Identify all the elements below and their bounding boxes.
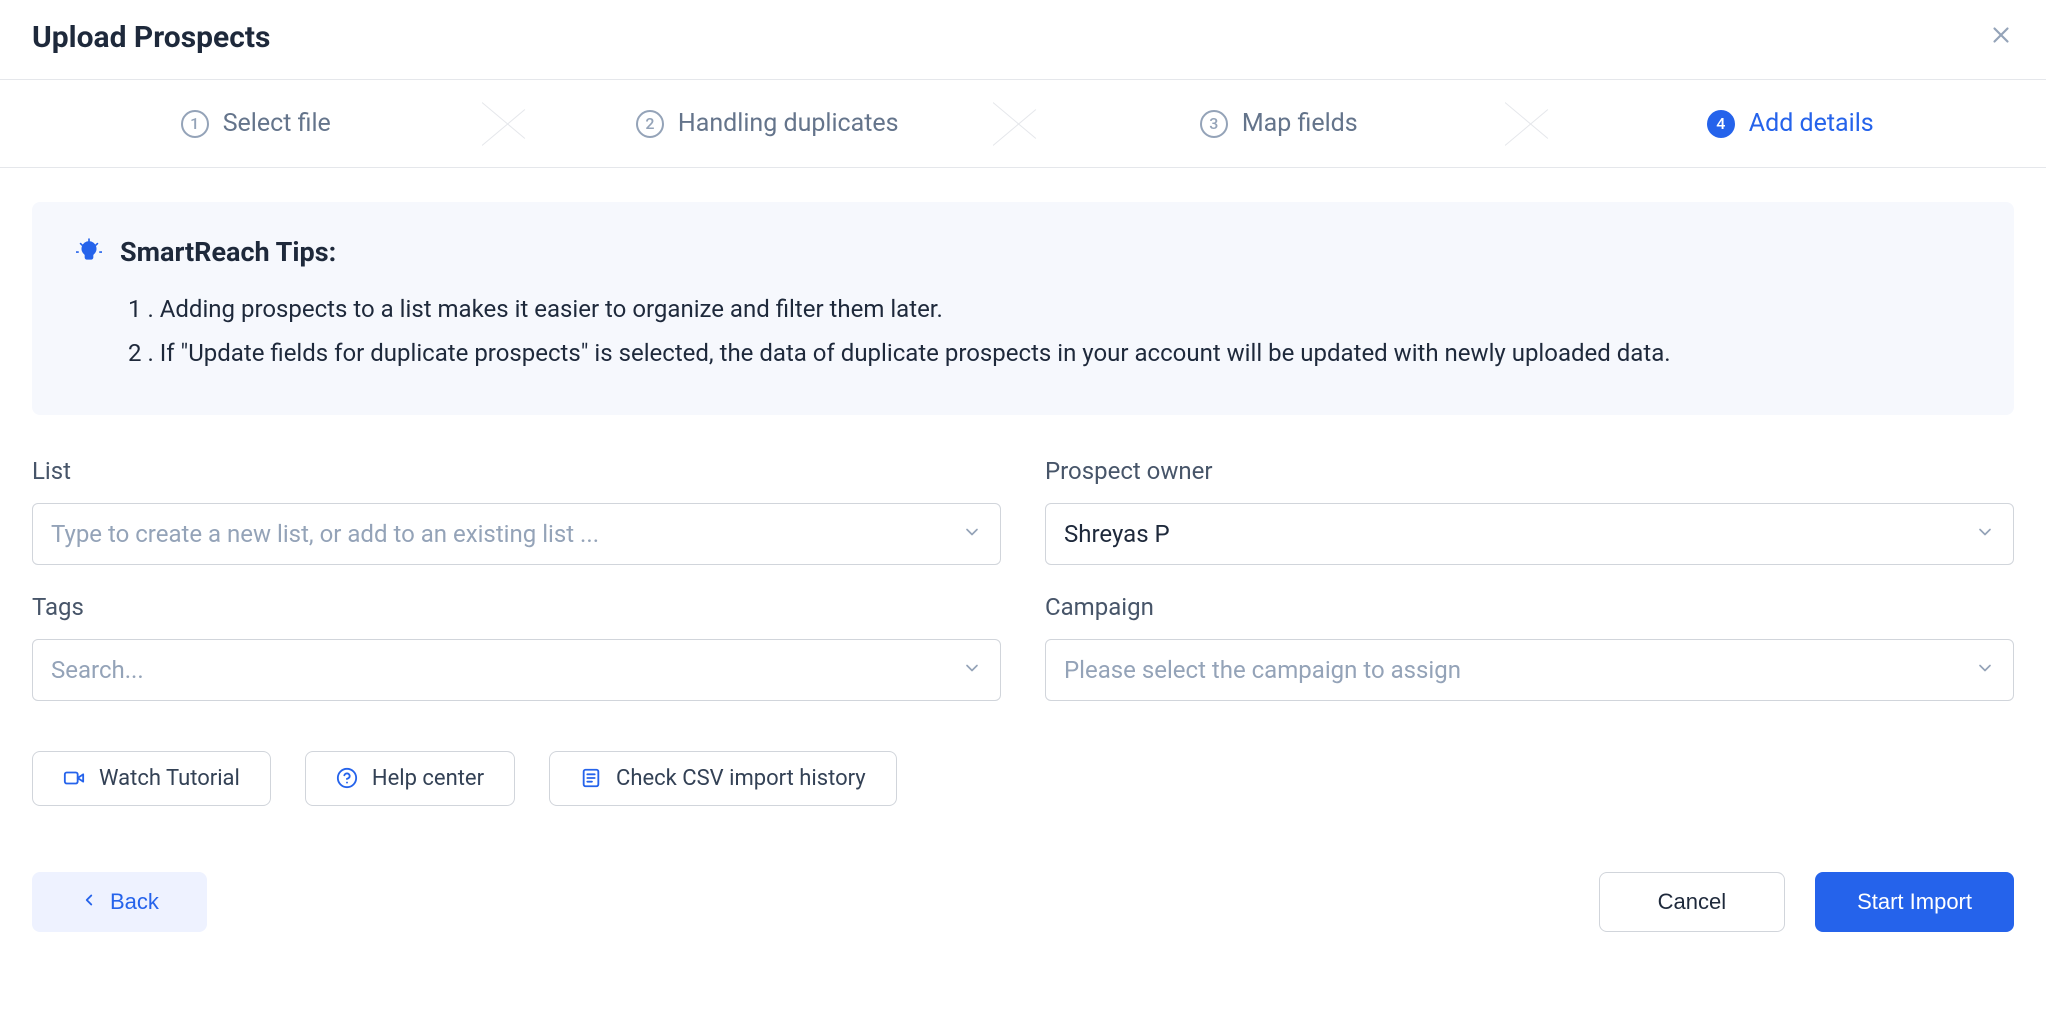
campaign-label: Campaign	[1045, 593, 2014, 621]
tips-box: SmartReach Tips: 1 . Adding prospects to…	[32, 202, 2014, 415]
campaign-select[interactable]: Please select the campaign to assign	[1045, 639, 2014, 701]
start-import-label: Start Import	[1857, 889, 1972, 914]
modal-footer: Back Cancel Start Import	[0, 872, 2046, 960]
list-icon	[580, 767, 602, 789]
step-number: 4	[1707, 110, 1735, 138]
close-icon	[1988, 22, 2014, 48]
back-label: Back	[110, 889, 159, 915]
watch-tutorial-button[interactable]: Watch Tutorial	[32, 751, 271, 806]
form-grid: List Type to create a new list, or add t…	[32, 457, 2014, 701]
help-center-button[interactable]: Help center	[305, 751, 515, 806]
start-import-button[interactable]: Start Import	[1815, 872, 2014, 932]
chevron-down-icon	[962, 658, 982, 682]
cancel-button[interactable]: Cancel	[1599, 872, 1785, 932]
tags-placeholder: Search...	[51, 656, 144, 684]
tips-header: SmartReach Tips:	[76, 236, 1970, 268]
lightbulb-icon	[76, 239, 102, 265]
cancel-label: Cancel	[1658, 889, 1726, 914]
help-center-label: Help center	[372, 766, 484, 791]
close-button[interactable]	[1988, 22, 2014, 53]
chevron-down-icon	[1975, 522, 1995, 546]
help-icon	[336, 767, 358, 789]
campaign-field: Campaign Please select the campaign to a…	[1045, 593, 2014, 701]
owner-field: Prospect owner Shreyas P	[1045, 457, 2014, 565]
campaign-placeholder: Please select the campaign to assign	[1064, 656, 1461, 684]
tips-list: 1 . Adding prospects to a list makes it …	[76, 290, 1970, 373]
tags-label: Tags	[32, 593, 1001, 621]
step-label: Handling duplicates	[678, 109, 899, 138]
footer-right: Cancel Start Import	[1599, 872, 2014, 932]
list-select[interactable]: Type to create a new list, or add to an …	[32, 503, 1001, 565]
list-label: List	[32, 457, 1001, 485]
list-field: List Type to create a new list, or add t…	[32, 457, 1001, 565]
modal-title: Upload Prospects	[32, 20, 270, 55]
upload-prospects-modal: Upload Prospects 1 Select file 2 Handlin…	[0, 0, 2046, 960]
csv-history-button[interactable]: Check CSV import history	[549, 751, 897, 806]
step-label: Add details	[1749, 109, 1874, 138]
step-label: Select file	[223, 109, 331, 138]
helper-row: Watch Tutorial Help center Check CSV imp…	[32, 751, 2014, 806]
tip-item: 1 . Adding prospects to a list makes it …	[128, 290, 1970, 328]
csv-history-label: Check CSV import history	[616, 766, 866, 791]
tip-item: 2 . If "Update fields for duplicate pros…	[128, 334, 1970, 372]
tips-heading: SmartReach Tips:	[120, 236, 336, 268]
step-map-fields[interactable]: 3 Map fields	[1023, 80, 1535, 167]
step-number: 2	[636, 110, 664, 138]
step-number: 1	[181, 110, 209, 138]
step-number: 3	[1200, 110, 1228, 138]
step-handling-duplicates[interactable]: 2 Handling duplicates	[512, 80, 1024, 167]
chevron-down-icon	[962, 522, 982, 546]
step-add-details[interactable]: 4 Add details	[1535, 80, 2046, 167]
chevron-left-icon	[80, 889, 98, 915]
modal-content: SmartReach Tips: 1 . Adding prospects to…	[0, 168, 2046, 826]
owner-label: Prospect owner	[1045, 457, 2014, 485]
owner-value: Shreyas P	[1064, 520, 1170, 548]
chevron-down-icon	[1975, 658, 1995, 682]
owner-select[interactable]: Shreyas P	[1045, 503, 2014, 565]
step-select-file[interactable]: 1 Select file	[0, 80, 512, 167]
modal-header: Upload Prospects	[0, 0, 2046, 80]
tags-select[interactable]: Search...	[32, 639, 1001, 701]
video-icon	[63, 767, 85, 789]
list-placeholder: Type to create a new list, or add to an …	[51, 520, 599, 548]
watch-tutorial-label: Watch Tutorial	[99, 766, 240, 791]
back-button[interactable]: Back	[32, 872, 207, 932]
step-label: Map fields	[1242, 109, 1358, 138]
tags-field: Tags Search...	[32, 593, 1001, 701]
stepper: 1 Select file 2 Handling duplicates 3 Ma…	[0, 80, 2046, 168]
